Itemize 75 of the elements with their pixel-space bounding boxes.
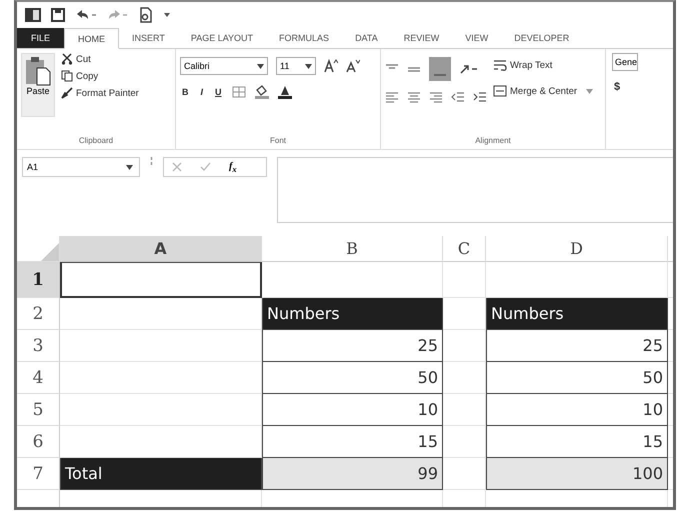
row-header[interactable]: 4 — [17, 362, 60, 394]
print-preview-icon[interactable] — [139, 7, 153, 23]
caret-icon — [305, 64, 312, 68]
wrap-text-icon — [493, 59, 507, 71]
clipboard-icon — [25, 56, 51, 86]
customize-caret-icon[interactable] — [163, 12, 171, 18]
ribbon-tab[interactable]: INSERT — [119, 28, 178, 48]
caret-icon — [257, 64, 264, 68]
italic-button[interactable]: I — [198, 87, 206, 97]
table-cell: Total — [60, 458, 262, 490]
save-icon[interactable] — [51, 8, 65, 22]
ribbon-tab[interactable]: FORMULAS — [266, 28, 342, 48]
format-painter-button[interactable]: Format Painter — [61, 87, 139, 99]
row-header[interactable]: 6 — [17, 426, 60, 458]
table-cell: 10 — [486, 394, 668, 426]
align-left-icon[interactable] — [385, 91, 399, 103]
table-cell: 10 — [262, 394, 443, 426]
orientation-icon[interactable] — [459, 63, 479, 75]
table-cell: Numbers — [486, 298, 668, 330]
cut-button[interactable]: Cut — [61, 53, 139, 65]
file-tab[interactable]: FILE — [17, 28, 64, 48]
merge-center-button[interactable]: Merge & Center — [493, 85, 594, 97]
caret-icon — [586, 88, 594, 94]
font-name-dropdown[interactable]: Calibri — [180, 57, 268, 75]
paintbrush-icon — [61, 87, 73, 99]
underline-button[interactable]: U — [213, 87, 224, 97]
currency-button[interactable]: $ — [612, 81, 638, 93]
insert-function-button[interactable]: f$_{x}$ — [229, 160, 237, 174]
table-cell: 100 — [486, 458, 668, 490]
table-cell: 25 — [486, 330, 668, 362]
ribbon-tab[interactable]: DEVELOPER — [501, 28, 582, 48]
ribbon-tab[interactable]: DATA — [342, 28, 391, 48]
bold-button[interactable]: B — [180, 87, 190, 97]
table-cell: 25 — [262, 330, 443, 362]
align-center-icon[interactable] — [407, 91, 421, 103]
font-size-dropdown[interactable]: 11 — [276, 57, 316, 75]
column-header[interactable]: A — [60, 236, 262, 262]
formula-input[interactable] — [277, 157, 673, 223]
caret-icon — [126, 164, 133, 170]
font-color-icon[interactable] — [278, 85, 292, 99]
decrease-indent-icon[interactable] — [451, 91, 465, 103]
grow-font-icon[interactable] — [324, 59, 338, 73]
scissors-icon — [61, 53, 73, 65]
row-header[interactable]: 1 — [17, 262, 60, 298]
borders-icon[interactable] — [232, 86, 246, 98]
increase-indent-icon[interactable] — [473, 91, 487, 103]
copy-button[interactable]: Copy — [61, 70, 139, 82]
table-cell: 50 — [486, 362, 668, 394]
align-right-icon[interactable] — [429, 91, 443, 103]
column-header[interactable]: C — [443, 236, 486, 262]
shrink-font-icon[interactable] — [346, 59, 360, 73]
row-header[interactable]: 2 — [17, 298, 60, 330]
copy-icon — [61, 70, 73, 82]
grip-icon — [150, 157, 153, 167]
table-cell: 99 — [262, 458, 443, 490]
table-cell: 50 — [262, 362, 443, 394]
merge-cells-icon — [493, 85, 507, 97]
app-icon[interactable] — [25, 8, 41, 22]
ribbon-tab[interactable]: REVIEW — [390, 28, 452, 48]
table-cell: Numbers — [262, 298, 443, 330]
column-header[interactable]: D — [486, 236, 668, 262]
name-box[interactable]: A1 — [22, 157, 140, 177]
paste-button[interactable]: Paste — [21, 53, 55, 117]
fill-color-icon[interactable] — [254, 85, 270, 99]
row-header[interactable]: 3 — [17, 330, 60, 362]
ribbon-tab[interactable]: HOME — [64, 28, 120, 49]
row-header[interactable]: 5 — [17, 394, 60, 426]
number-format-dropdown[interactable]: Gene — [612, 53, 638, 71]
wrap-text-button[interactable]: Wrap Text — [493, 59, 594, 71]
group-label: Font — [268, 136, 287, 147]
ribbon-tab[interactable]: PAGE LAYOUT — [178, 28, 266, 48]
group-label: Clipboard — [78, 136, 114, 147]
column-header[interactable]: B — [262, 236, 443, 262]
ribbon-tab[interactable]: VIEW — [452, 28, 502, 48]
group-label: Alignment — [474, 136, 512, 147]
